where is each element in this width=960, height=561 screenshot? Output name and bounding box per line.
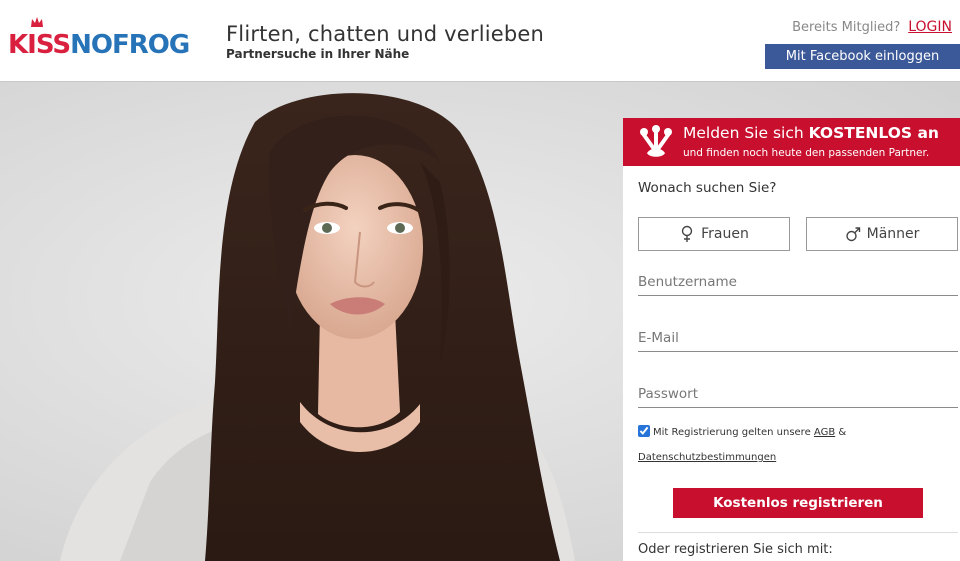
frog-foot-icon (640, 125, 672, 157)
logo-kiss: KISS (8, 30, 71, 60)
terms-amp: & (838, 427, 847, 438)
password-field-wrap (638, 382, 958, 408)
gender-female-button[interactable]: Frauen (638, 217, 790, 251)
username-input[interactable] (638, 270, 958, 294)
logo-wordmark: KISSNOFROG (8, 30, 190, 60)
site-header: KISSNOFROG Flirten, chatten und verliebe… (0, 0, 960, 82)
gender-female-label: Frauen (701, 226, 749, 242)
alt-register-text: Oder registrieren Sie sich mit: (638, 542, 833, 557)
login-link[interactable]: LOGIN (908, 19, 952, 35)
agb-link[interactable]: AGB (814, 427, 835, 438)
privacy-row: Datenschutzbestimmungen (638, 452, 776, 463)
page-subtitle: Partnersuche in Ihrer Nähe (226, 47, 410, 61)
registration-subheadline: und finden noch heute den passenden Part… (683, 147, 930, 159)
password-input[interactable] (638, 382, 958, 406)
register-button[interactable]: Kostenlos registrieren (673, 488, 923, 518)
terms-row: Mit Registrierung gelten unsere AGB & (638, 425, 846, 438)
header-tagline: Flirten, chatten und verlieben Partnersu… (226, 22, 544, 61)
terms-checkbox[interactable] (638, 425, 650, 437)
divider (638, 532, 958, 533)
headline-prefix: Melden Sie sich (683, 124, 809, 142)
registration-headline: Melden Sie sich KOSTENLOS an (683, 124, 939, 142)
female-symbol-icon (681, 225, 693, 242)
privacy-link[interactable]: Datenschutzbestimmungen (638, 452, 776, 463)
username-field-wrap (638, 270, 958, 296)
registration-panel: Melden Sie sich KOSTENLOS an und finden … (623, 118, 960, 561)
gender-male-button[interactable]: Männer (806, 217, 958, 251)
email-field-wrap (638, 326, 958, 352)
email-input[interactable] (638, 326, 958, 350)
member-text: Bereits Mitglied? (792, 20, 901, 35)
gender-male-label: Männer (866, 226, 920, 242)
headline-bold: KOSTENLOS an (808, 124, 939, 142)
hero-section: Melden Sie sich KOSTENLOS an und finden … (0, 82, 960, 561)
registration-header: Melden Sie sich KOSTENLOS an und finden … (623, 118, 960, 166)
hero-photo-woman (60, 93, 575, 561)
male-symbol-icon (845, 227, 860, 242)
facebook-login-button[interactable]: Mit Facebook einloggen (765, 44, 960, 69)
terms-text: Mit Registrierung gelten unsere (653, 427, 811, 438)
member-login-area: Bereits Mitglied? LOGIN (792, 19, 952, 35)
crown-logo-icon (31, 17, 43, 27)
search-question: Wonach suchen Sie? (638, 180, 777, 196)
logo-nofrog: NOFROG (70, 30, 190, 60)
page-title: Flirten, chatten und verlieben (226, 22, 545, 46)
